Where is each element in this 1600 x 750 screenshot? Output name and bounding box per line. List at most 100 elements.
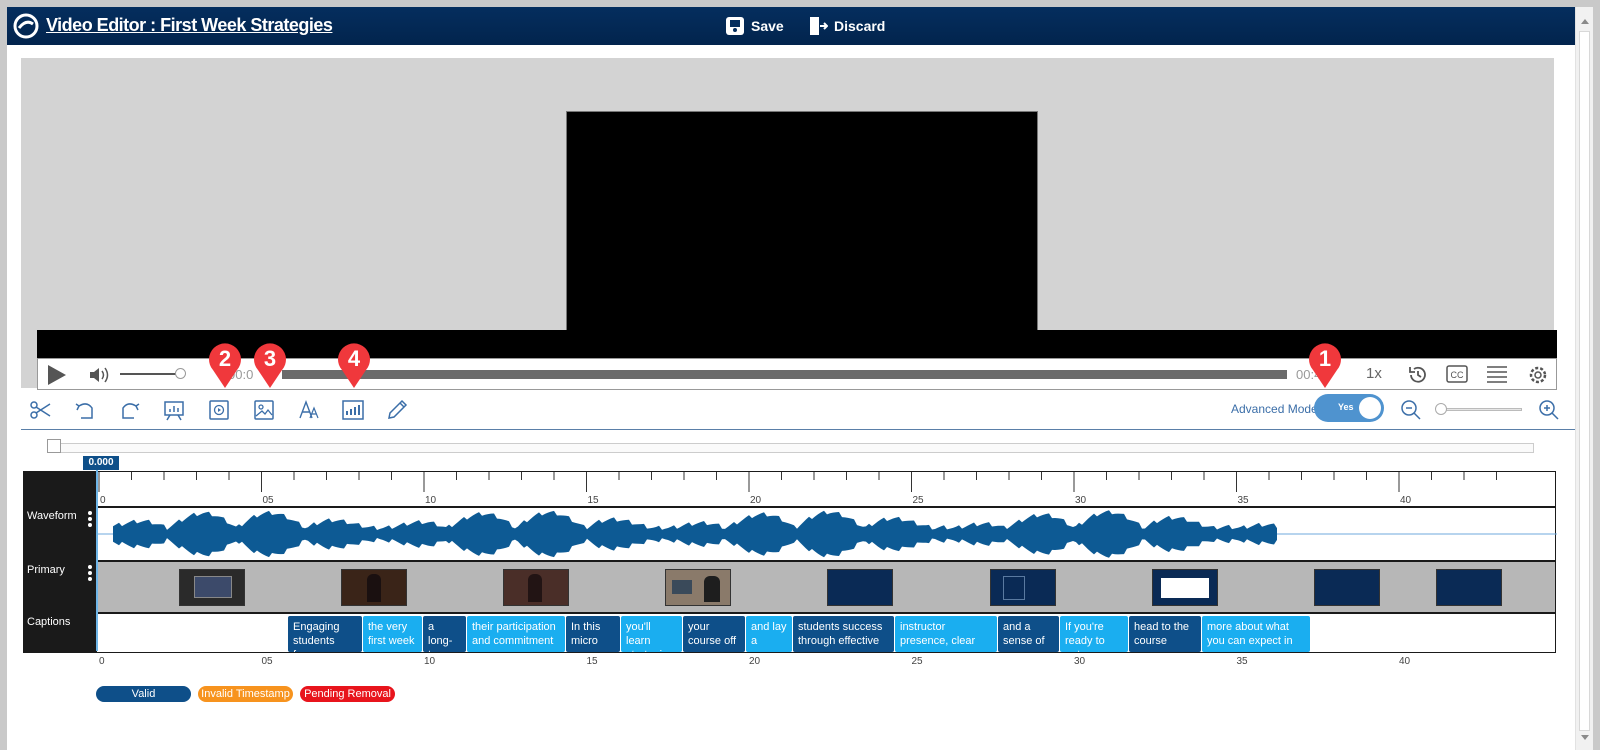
callout-marker: 4: [334, 340, 374, 390]
ruler-label: 20: [750, 495, 762, 506]
captions-lane[interactable]: Engaging students from the very first week a…: [96, 613, 1556, 653]
scrollbar-thumb[interactable]: [1579, 31, 1590, 731]
ruler-label: 0: [100, 495, 106, 506]
timeline-scroll-thumb[interactable]: [47, 439, 61, 453]
ruler-ticks: 0 05 10 15 20 25 30 35 40: [98, 472, 1497, 506]
caption-line: In this: [571, 621, 601, 633]
playhead[interactable]: [96, 470, 98, 651]
ruler-label: 30: [1074, 656, 1086, 667]
ruler-label: 30: [1075, 495, 1087, 506]
volume-knob[interactable]: [175, 368, 186, 379]
waveform-lane[interactable]: [96, 507, 1557, 561]
caption-line: the very: [368, 621, 408, 633]
playlist-icon[interactable]: [1485, 364, 1509, 384]
clip-thumbnail[interactable]: [990, 569, 1056, 606]
closed-captions-icon[interactable]: CC: [1446, 364, 1468, 384]
zoom-in-icon[interactable]: [1537, 398, 1561, 422]
caption-segment[interactable]: their participation and commitment: [467, 616, 565, 652]
clip-thumbnail[interactable]: [341, 569, 407, 606]
caption-segment[interactable]: In this micro: [566, 616, 620, 652]
redo-icon[interactable]: [118, 398, 142, 422]
time-ruler[interactable]: 0 05 10 15 20 25 30 35 40: [96, 471, 1556, 507]
scissors-icon[interactable]: [29, 398, 53, 422]
caption-line: more about what: [1207, 621, 1289, 633]
callout-marker: 2: [205, 340, 245, 390]
ruler-label: 0: [99, 656, 105, 667]
vertical-scrollbar[interactable]: [1575, 7, 1593, 750]
image-icon[interactable]: [252, 398, 276, 422]
clip-thumbnail[interactable]: [503, 569, 569, 606]
zoom-out-icon[interactable]: [1399, 398, 1423, 422]
clip-thumbnail[interactable]: [827, 569, 893, 606]
svg-text:CC: CC: [1451, 370, 1464, 380]
discard-button[interactable]: Discard: [808, 13, 885, 39]
play-icon[interactable]: [48, 365, 66, 385]
track-menu-icon[interactable]: [88, 511, 92, 529]
clip-thumbnail[interactable]: [1314, 569, 1380, 606]
caption-segment[interactable]: instructor presence, clear: [895, 616, 997, 652]
caption-line: their participation: [472, 621, 556, 633]
volume-icon[interactable]: [88, 365, 110, 385]
playback-speed[interactable]: 1x: [1366, 365, 1382, 382]
zoom-knob[interactable]: [1435, 403, 1447, 415]
caption-segment[interactable]: the very first week: [363, 616, 422, 652]
caption-segment[interactable]: and lay a: [746, 616, 792, 652]
caption-segment[interactable]: more about what you can expect in: [1202, 616, 1310, 652]
caption-line: course: [1134, 635, 1168, 647]
caption-segment[interactable]: Engaging students from: [288, 616, 362, 652]
caption-line: you can expect in: [1207, 635, 1293, 647]
volume-slider[interactable]: [120, 373, 180, 375]
clip-thumbnail[interactable]: [179, 569, 245, 606]
ruler-label: 25: [913, 495, 925, 506]
zoom-slider[interactable]: [1439, 408, 1522, 411]
save-label: Save: [751, 18, 784, 34]
scroll-up-icon[interactable]: [1581, 19, 1589, 24]
text-icon[interactable]: [297, 398, 321, 422]
chart-icon[interactable]: [341, 398, 365, 422]
caption-segment[interactable]: your course off: [683, 616, 745, 652]
primary-track-label: Primary: [23, 561, 96, 613]
caption-line: first week: [368, 635, 415, 647]
history-icon[interactable]: [1406, 363, 1430, 387]
undo-icon[interactable]: [73, 398, 97, 422]
callout-marker: 1: [1305, 340, 1345, 390]
primary-lane[interactable]: [96, 561, 1556, 613]
settings-icon[interactable]: [1526, 363, 1550, 387]
caption-segment[interactable]: a long-term: [423, 616, 466, 652]
clip-thumbnail[interactable]: [1436, 569, 1502, 606]
caption-segment[interactable]: If you're ready to get: [1060, 616, 1128, 652]
caption-line: Engaging: [293, 621, 340, 633]
save-button[interactable]: Save: [725, 13, 784, 39]
caption-line: presence, clear: [900, 635, 976, 647]
ruler-label-spacer: [23, 471, 96, 507]
scroll-down-icon[interactable]: [1581, 735, 1589, 740]
presentation-icon[interactable]: [162, 398, 186, 422]
video-insert-icon[interactable]: [207, 398, 231, 422]
caption-segment[interactable]: you'll learnstrategies: [621, 616, 682, 652]
caption-line: your: [688, 621, 710, 633]
advanced-mode-toggle[interactable]: Yes: [1314, 394, 1384, 422]
clip-thumbnail[interactable]: [665, 569, 731, 606]
ruler-label: 10: [425, 495, 437, 506]
ruler-label: 20: [749, 656, 761, 667]
clip-thumbnail[interactable]: [1152, 569, 1218, 606]
ruler-label: 25: [912, 656, 924, 667]
page-title: Video Editor : First Week Strategies: [46, 15, 333, 35]
caption-line: sense of: [1003, 635, 1045, 647]
legend-valid: Valid: [96, 686, 191, 702]
logo-icon: [13, 13, 39, 39]
timeline: 0 05 10 15 20 25 30 35 40 0.000 Waveform Primary: [23, 456, 1557, 673]
timeline-scrollbar[interactable]: [60, 443, 1534, 453]
legend-invalid-timestamp: Invalid Timestamp: [198, 686, 293, 702]
bottom-ruler: 0 05 10 15 20 25 30 35 40: [96, 653, 1556, 667]
seek-bar[interactable]: [282, 370, 1287, 379]
pencil-icon[interactable]: [385, 398, 409, 422]
caption-segment[interactable]: students success through effective: [793, 616, 894, 652]
track-menu-icon[interactable]: [88, 565, 92, 583]
ruler-label: 40: [1399, 656, 1411, 667]
caption-segment[interactable]: and a sense of: [998, 616, 1059, 652]
caption-segment[interactable]: head to the course: [1129, 616, 1201, 652]
exit-door-icon: [810, 17, 828, 35]
header-bar: Video Editor : First Week Strategies Sav…: [7, 7, 1575, 45]
discard-label: Discard: [834, 18, 886, 34]
